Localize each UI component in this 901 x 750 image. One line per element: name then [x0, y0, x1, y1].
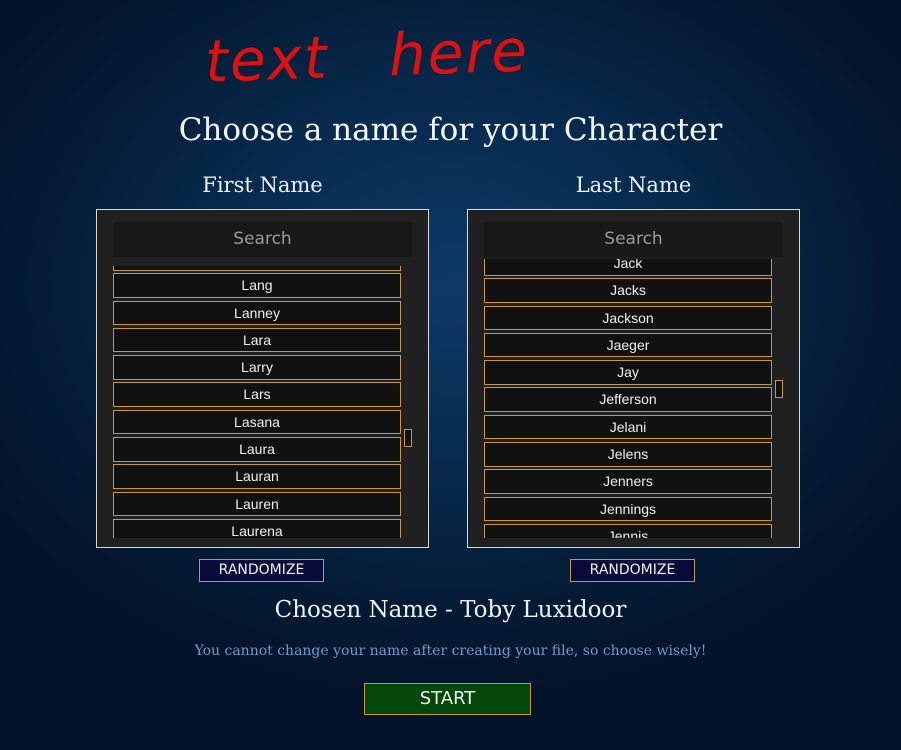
first-name-option[interactable]: Lauran: [113, 464, 401, 489]
last-name-option[interactable]: Jaeger: [484, 332, 772, 358]
first-name-option[interactable]: Lanney: [113, 300, 401, 326]
first-name-heading: First Name: [202, 173, 323, 197]
last-name-scrollbar-thumb[interactable]: [775, 380, 783, 398]
first-name-option[interactable]: [113, 266, 401, 271]
first-name-option[interactable]: Lara: [113, 327, 401, 353]
first-name-option[interactable]: Laura: [113, 437, 401, 462]
first-name-option[interactable]: Larry: [113, 355, 401, 380]
last-name-heading: Last Name: [575, 173, 692, 197]
last-name-option[interactable]: Jenners: [484, 469, 772, 494]
last-name-option[interactable]: Jay: [484, 360, 772, 385]
last-name-option[interactable]: Jennis: [484, 523, 772, 538]
page-title: Choose a name for your Character: [178, 112, 723, 148]
start-button[interactable]: START: [364, 683, 531, 715]
first-name-option[interactable]: Lauren: [113, 491, 401, 517]
last-name-option[interactable]: Jefferson: [484, 387, 772, 412]
last-name-option[interactable]: Jennings: [484, 496, 772, 522]
first-name-panel: Search Lang Lanney Lara Larry Lars Lasana Laur…: [96, 209, 429, 548]
randomize-first-button[interactable]: RANDOMIZE: [199, 559, 324, 582]
first-name-option[interactable]: Lasana: [113, 409, 401, 435]
handwritten-annotation: text here: [203, 16, 530, 96]
first-name-option[interactable]: Lars: [113, 382, 401, 407]
warning-text: You cannot change your name after creati…: [194, 643, 707, 659]
last-name-list: Jack Jacks Jackson Jaeger Jay Jefferson Jelani…: [484, 259, 774, 538]
last-name-option[interactable]: Jelens: [484, 442, 772, 467]
last-name-search-input[interactable]: Search: [484, 222, 783, 257]
first-name-option[interactable]: Laurena: [113, 518, 401, 538]
last-name-option[interactable]: Jackson: [484, 305, 772, 331]
last-name-option[interactable]: Jelani: [484, 414, 772, 440]
last-name-option[interactable]: Jack: [484, 259, 772, 276]
first-name-scrollbar-thumb[interactable]: [404, 429, 412, 447]
last-name-panel: Search Jack Jacks Jackson Jaeger Jay Jefferso…: [467, 209, 800, 548]
chosen-name: Chosen Name - Toby Luxidoor: [274, 597, 627, 623]
randomize-last-button[interactable]: RANDOMIZE: [570, 559, 695, 582]
first-name-option[interactable]: Lang: [113, 273, 401, 298]
first-name-search-input[interactable]: Search: [113, 222, 412, 257]
last-name-option[interactable]: Jacks: [484, 278, 772, 303]
first-name-list: Lang Lanney Lara Larry Lars Lasana Laura Lauran…: [113, 266, 403, 538]
